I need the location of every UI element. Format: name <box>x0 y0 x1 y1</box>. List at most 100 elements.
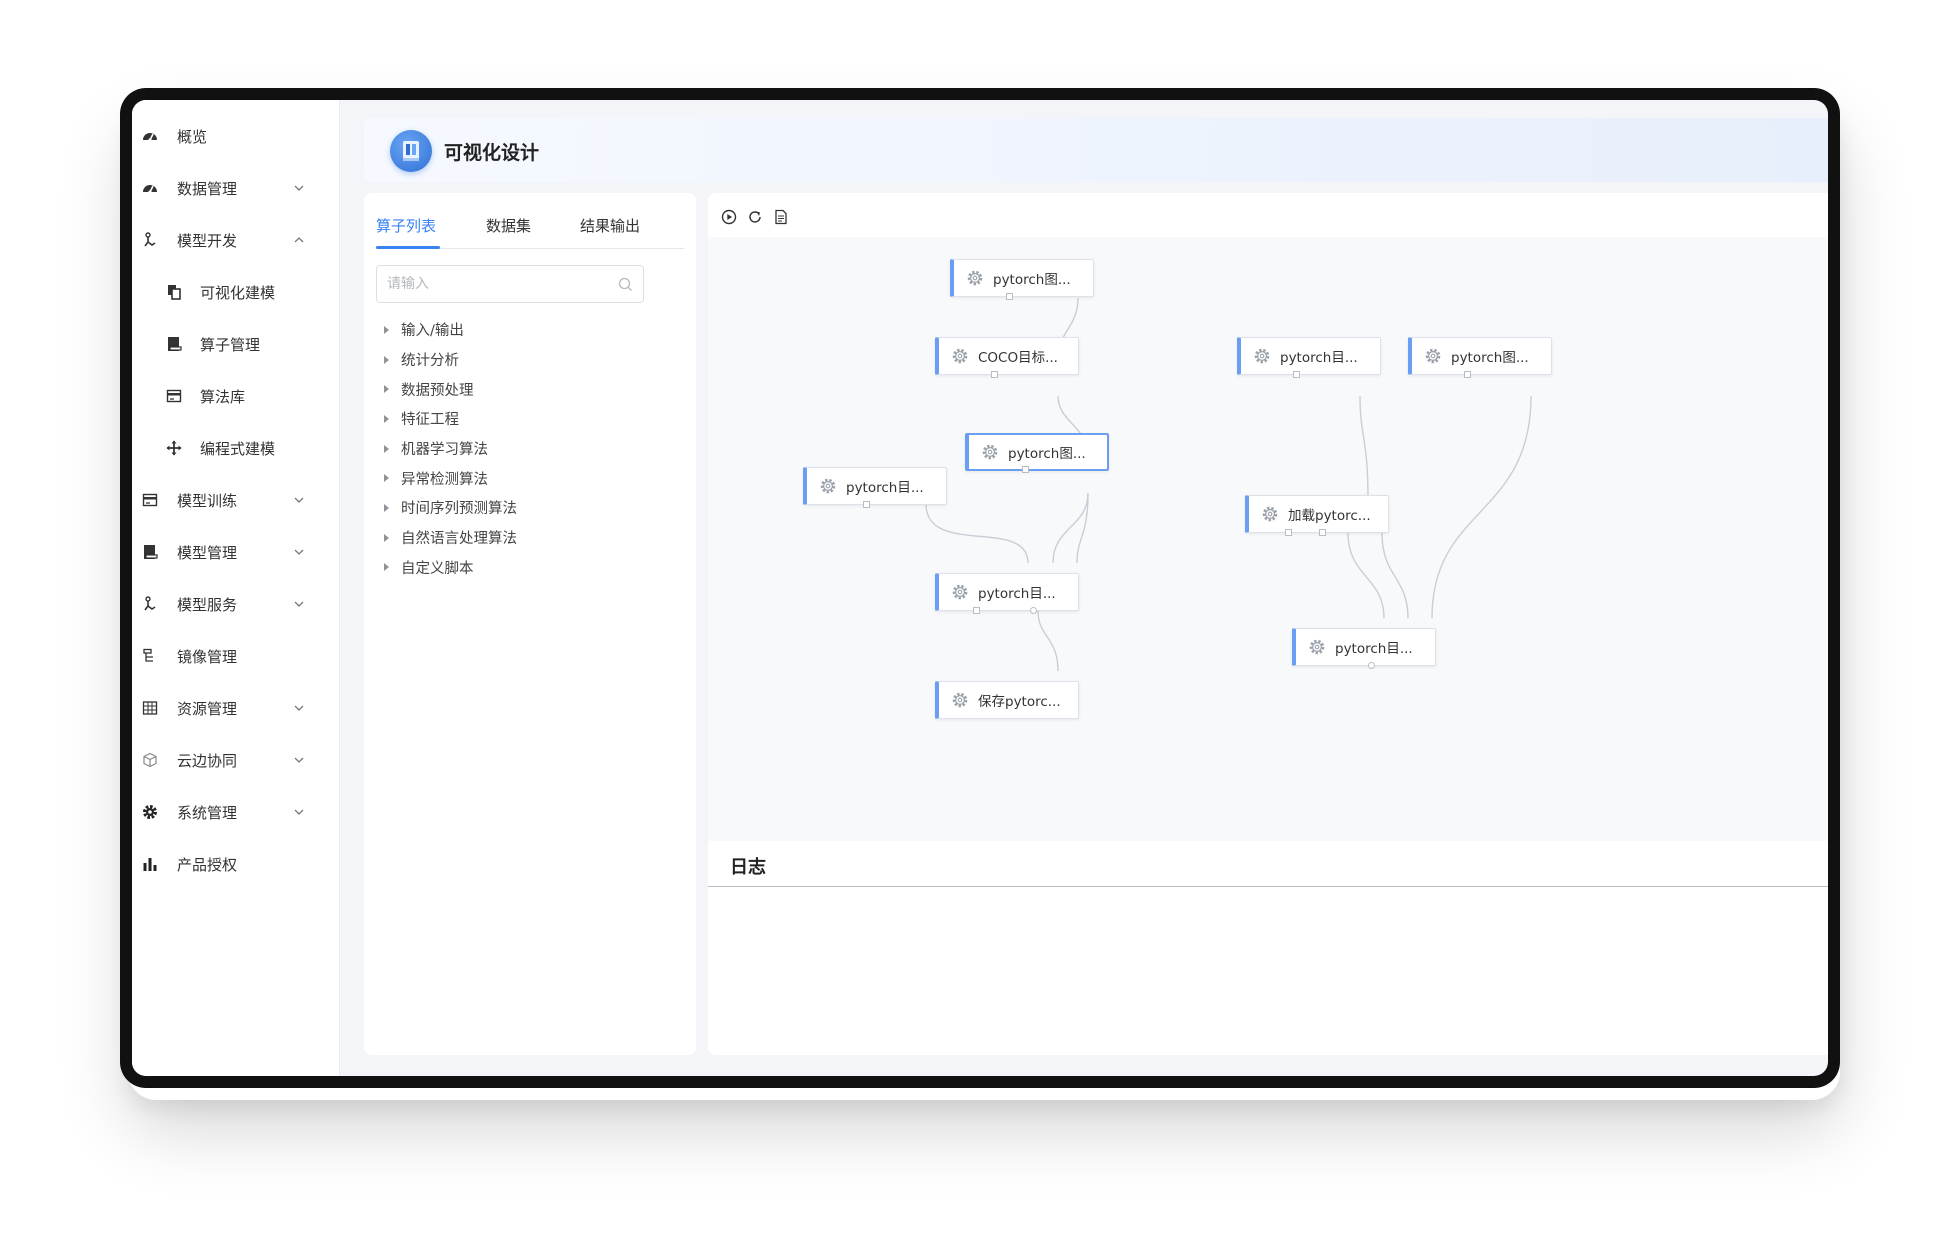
node-output-port[interactable] <box>1293 371 1300 378</box>
graph-node-selected[interactable]: pytorch图... <box>965 433 1109 473</box>
graph-canvas[interactable]: pytorch图... COCO目标... pytorch图... pytorc… <box>708 237 1828 841</box>
sidebar-item-model-training[interactable]: 模型训练 <box>132 474 339 526</box>
caret-right-icon[interactable] <box>384 325 389 334</box>
sidebar-item-model-management[interactable]: 模型管理 <box>132 526 339 578</box>
node-output-port[interactable] <box>863 501 870 508</box>
chevron-down-icon <box>292 597 306 611</box>
sidebar-item-cloud-edge[interactable]: 云边协同 <box>132 734 339 786</box>
caret-right-icon[interactable] <box>384 563 389 572</box>
graph-node-label: pytorch目... <box>1280 350 1358 366</box>
page-header: 可视化设计 <box>364 118 1828 182</box>
gear-icon[interactable] <box>1308 638 1326 656</box>
graph-node[interactable]: pytorch目... <box>803 467 947 508</box>
graph-node-label: pytorch目... <box>978 586 1056 602</box>
gear-icon[interactable] <box>1253 347 1271 365</box>
sidebar-item-model-development[interactable]: 模型开发 <box>132 214 339 266</box>
sidebar-item-algorithm-library[interactable]: 算法库 <box>132 370 339 422</box>
operator-search <box>376 265 644 303</box>
graph-node[interactable]: pytorch目... <box>1292 628 1436 669</box>
move-icon <box>166 440 182 456</box>
tab-dataset[interactable]: 数据集 <box>486 215 531 236</box>
sidebar-item-label: 编程式建模 <box>200 439 276 458</box>
page-title: 可视化设计 <box>444 142 540 164</box>
sidebar-item-label: 镜像管理 <box>177 647 238 666</box>
graph-node[interactable]: COCO目标... <box>935 337 1079 378</box>
node-output-port[interactable] <box>1006 293 1013 300</box>
refresh-icon[interactable] <box>746 208 764 226</box>
node-output-port[interactable] <box>1368 662 1375 669</box>
sidebar-item-product-license[interactable]: 产品授权 <box>132 838 339 890</box>
document-icon[interactable] <box>772 208 790 226</box>
sidebar-item-visual-modeling[interactable]: 可视化建模 <box>132 266 339 318</box>
tree-node[interactable]: 机器学习算法 <box>384 434 517 464</box>
card-icon <box>142 492 158 508</box>
log-header: 日志 <box>708 841 1828 887</box>
tree-node[interactable]: 数据预处理 <box>384 374 517 404</box>
search-input[interactable] <box>387 266 607 302</box>
tree-node[interactable]: 异常检测算法 <box>384 463 517 493</box>
gear-icon[interactable] <box>951 583 969 601</box>
sidebar-item-resource-management[interactable]: 资源管理 <box>132 682 339 734</box>
gear-icon[interactable] <box>1261 505 1279 523</box>
robot-hand-icon <box>142 596 158 612</box>
gear-icon[interactable] <box>981 443 999 461</box>
tree-node[interactable]: 自定义脚本 <box>384 553 517 583</box>
chevron-down-icon <box>292 805 306 819</box>
node-output-port[interactable] <box>1022 466 1029 473</box>
tree-icon <box>142 648 158 664</box>
gear-icon[interactable] <box>951 691 969 709</box>
gear-icon[interactable] <box>819 477 837 495</box>
operator-panel: 算子列表 数据集 结果输出 输入/输出 统计分析 数据预处理 特征工程 机器学习… <box>364 193 696 1055</box>
graph-node-label: pytorch图... <box>993 272 1071 288</box>
book-icon <box>142 544 158 560</box>
node-output-port[interactable] <box>991 371 998 378</box>
gear-icon[interactable] <box>1424 347 1442 365</box>
tree-node-label: 异常检测算法 <box>401 471 488 488</box>
sidebar-item-system-management[interactable]: 系统管理 <box>132 786 339 838</box>
node-output-port[interactable] <box>1285 529 1292 536</box>
node-output-port[interactable] <box>1030 607 1037 614</box>
graph-node-label: pytorch图... <box>1451 350 1529 366</box>
sidebar-item-data-management[interactable]: 数据管理 <box>132 162 339 214</box>
play-icon[interactable] <box>720 208 738 226</box>
gear-icon[interactable] <box>951 347 969 365</box>
search-icon[interactable] <box>618 277 633 292</box>
graph-edge <box>1347 532 1385 619</box>
node-output-port[interactable] <box>1464 371 1471 378</box>
tab-result-output[interactable]: 结果输出 <box>580 215 640 236</box>
graph-node[interactable]: pytorch目... <box>1237 337 1381 378</box>
caret-right-icon[interactable] <box>384 444 389 453</box>
card-icon <box>166 388 182 404</box>
tab-operator-list[interactable]: 算子列表 <box>376 215 436 236</box>
node-output-port[interactable] <box>973 607 980 614</box>
caret-right-icon[interactable] <box>384 474 389 483</box>
tree-node[interactable]: 时间序列预测算法 <box>384 493 517 523</box>
sidebar-item-image-management[interactable]: 镜像管理 <box>132 630 339 682</box>
tree-node[interactable]: 输入/输出 <box>384 315 517 345</box>
caret-right-icon[interactable] <box>384 414 389 423</box>
graph-node[interactable]: pytorch图... <box>950 259 1094 300</box>
graph-node[interactable]: pytorch图... <box>1408 337 1552 378</box>
caret-right-icon[interactable] <box>384 355 389 364</box>
graph-node[interactable]: 加载pytorc... <box>1245 495 1389 536</box>
sidebar-item-overview[interactable]: 概览 <box>132 110 339 162</box>
graph-node[interactable]: pytorch目... <box>935 573 1079 614</box>
tree-node[interactable]: 自然语言处理算法 <box>384 523 517 553</box>
caret-right-icon[interactable] <box>384 533 389 542</box>
graph-node[interactable]: 保存pytorc... <box>935 681 1079 719</box>
sidebar-item-model-service[interactable]: 模型服务 <box>132 578 339 630</box>
caret-right-icon[interactable] <box>384 385 389 394</box>
gear-icon[interactable] <box>966 269 984 287</box>
cube-icon <box>142 752 158 768</box>
tree-node[interactable]: 特征工程 <box>384 404 517 434</box>
graph-node-label: pytorch图... <box>1008 446 1086 462</box>
node-output-port[interactable] <box>1319 529 1326 536</box>
tree-node[interactable]: 统计分析 <box>384 345 517 375</box>
sidebar-item-operator-management[interactable]: 算子管理 <box>132 318 339 370</box>
graph-edge <box>1381 532 1409 619</box>
sidebar-item-label: 系统管理 <box>177 803 238 822</box>
caret-right-icon[interactable] <box>384 503 389 512</box>
tree-node-label: 数据预处理 <box>401 382 474 399</box>
sidebar: 概览 数据管理 模型开发 可视化建模 算子管理 算法库 编程式建模 模型训练 模… <box>132 100 340 1076</box>
sidebar-item-programmatic-modeling[interactable]: 编程式建模 <box>132 422 339 474</box>
